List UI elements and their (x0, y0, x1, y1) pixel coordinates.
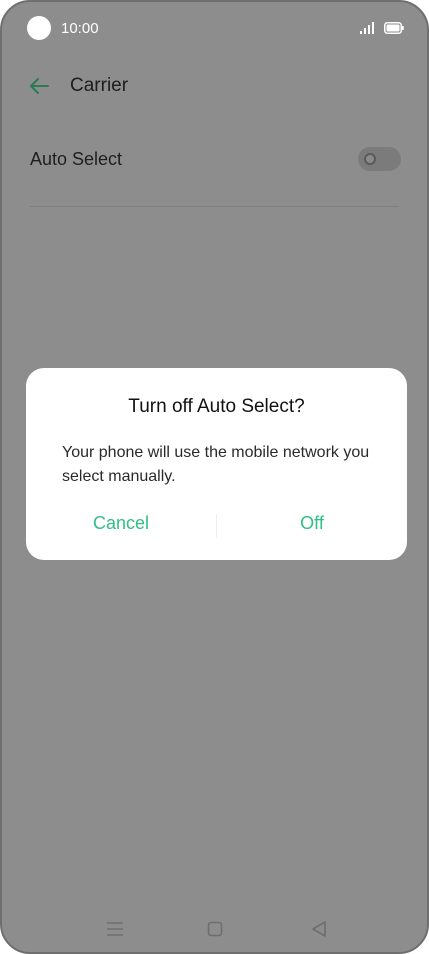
menu-icon[interactable] (106, 921, 124, 937)
page-title: Carrier (70, 75, 129, 96)
phone-frame: 10:00 Carrier Auto Select Turn off Auto … (0, 0, 429, 954)
screen: 10:00 Carrier Auto Select Turn off Auto … (2, 2, 427, 952)
cancel-button[interactable]: Cancel (46, 513, 196, 539)
status-time: 10:00 (61, 20, 99, 37)
button-separator (216, 514, 217, 538)
auto-select-toggle[interactable] (358, 147, 401, 171)
back-icon[interactable] (311, 920, 327, 938)
home-icon[interactable] (207, 921, 223, 937)
off-button[interactable]: Off (237, 513, 387, 539)
battery-icon (384, 22, 404, 34)
toggle-knob (364, 153, 376, 165)
confirm-dialog: Turn off Auto Select? Your phone will us… (26, 368, 407, 560)
arrow-left-icon[interactable] (28, 76, 50, 96)
divider (30, 206, 399, 207)
dialog-title: Turn off Auto Select? (128, 396, 305, 417)
signal-icon (360, 22, 374, 34)
camera-cutout (27, 16, 51, 40)
auto-select-label: Auto Select (30, 149, 123, 169)
dialog-message: Your phone will use the mobile network y… (62, 444, 370, 485)
